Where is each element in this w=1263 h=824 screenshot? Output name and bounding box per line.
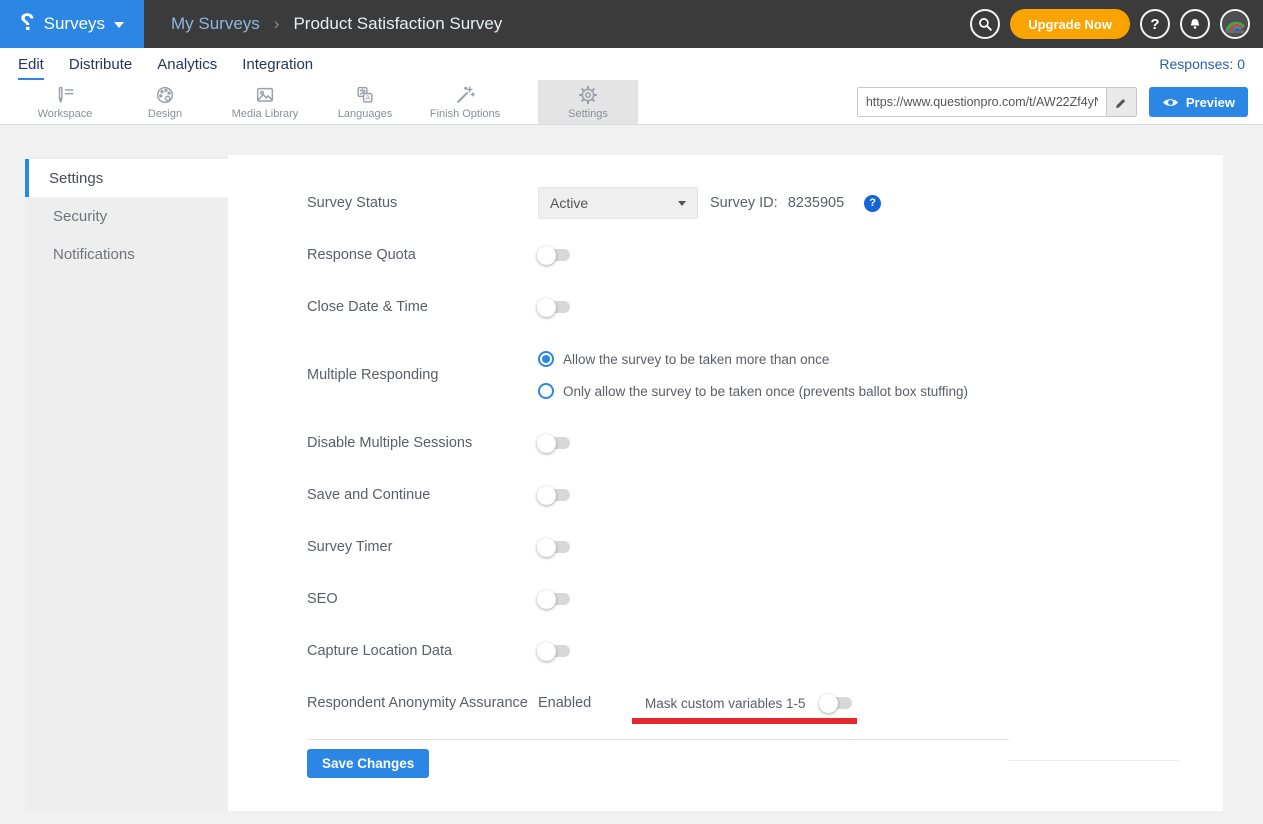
response-quota-label: Response Quota (307, 247, 538, 263)
notifications-button[interactable] (1180, 9, 1210, 39)
top-bar: ? Surveys My Surveys › Product Satisfact… (0, 0, 1263, 48)
row-survey-timer: Survey Timer (307, 531, 1223, 563)
row-respondent-anonymity: Respondent Anonymity Assurance Enabled M… (307, 687, 1223, 719)
save-and-continue-label: Save and Continue (307, 487, 538, 503)
tab-media-library[interactable]: Media Library (215, 80, 315, 124)
response-quota-toggle[interactable] (538, 249, 570, 261)
bell-icon (1187, 16, 1203, 32)
close-date-time-toggle[interactable] (538, 301, 570, 313)
row-survey-status: Survey Status Active Survey ID: 8235905 … (307, 187, 1223, 219)
survey-timer-toggle[interactable] (538, 541, 570, 553)
sidebar-item-settings[interactable]: Settings (25, 159, 228, 197)
edit-toolbar: Workspace Design Media Library (0, 80, 1263, 125)
row-response-quota: Response Quota (307, 239, 1223, 271)
survey-timer-label: Survey Timer (307, 539, 538, 555)
radio-option-once[interactable]: Only allow the survey to be taken once (… (538, 375, 968, 407)
survey-id-help-icon[interactable]: ? (864, 195, 881, 212)
capture-location-data-toggle[interactable] (538, 645, 570, 657)
seo-label: SEO (307, 591, 538, 607)
responses-count: Responses: 0 (1159, 56, 1245, 72)
help-icon: ? (1150, 16, 1159, 33)
row-save-and-continue: Save and Continue (307, 479, 1223, 511)
avatar-image (1222, 11, 1248, 37)
chevron-down-icon (678, 201, 686, 206)
product-name: Surveys (44, 14, 105, 34)
capture-location-data-label: Capture Location Data (307, 643, 538, 659)
close-date-time-label: Close Date & Time (307, 299, 538, 315)
form-divider (307, 739, 1009, 740)
image-icon (254, 84, 276, 106)
settings-sidebar: Settings Security Notifications (25, 155, 228, 811)
help-button[interactable]: ? (1140, 9, 1170, 39)
radio-selected-icon[interactable] (538, 351, 554, 367)
survey-status-value: Active (550, 195, 588, 211)
settings-form: Survey Status Active Survey ID: 8235905 … (228, 155, 1223, 811)
red-highlight-underline (632, 718, 857, 724)
multiple-responding-label: Multiple Responding (307, 367, 538, 383)
respondent-anonymity-label: Respondent Anonymity Assurance (307, 695, 538, 711)
breadcrumb-survey-title: Product Satisfaction Survey (293, 14, 502, 34)
row-multiple-responding: Multiple Responding Allow the survey to … (307, 343, 1223, 407)
row-capture-location-data: Capture Location Data (307, 635, 1223, 667)
breadcrumb: My Surveys › Product Satisfaction Survey (171, 0, 502, 48)
survey-id-label: Survey ID: (710, 195, 778, 211)
anonymity-status: Enabled (538, 695, 645, 711)
survey-status-label: Survey Status (307, 195, 538, 211)
mask-custom-variables-toggle[interactable] (820, 697, 852, 709)
pencil-icon (1114, 95, 1128, 109)
magic-wand-icon (454, 84, 476, 106)
disable-multiple-sessions-toggle[interactable] (538, 437, 570, 449)
upgrade-now-button[interactable]: Upgrade Now (1010, 9, 1130, 39)
radio-unselected-icon[interactable] (538, 383, 554, 399)
sidebar-item-notifications[interactable]: Notifications (25, 235, 228, 273)
row-seo: SEO (307, 583, 1223, 615)
nav-tab-distribute[interactable]: Distribute (69, 48, 132, 80)
chevron-down-icon (114, 22, 124, 28)
gear-icon (577, 84, 599, 106)
edit-url-button[interactable] (1106, 88, 1136, 116)
avatar[interactable] (1220, 9, 1250, 39)
translate-icon: A (354, 84, 376, 106)
settings-card: Settings Security Notifications Survey S… (25, 155, 1223, 811)
survey-id-value: 8235905 (788, 195, 844, 211)
topbar-actions: Upgrade Now ? (970, 0, 1263, 48)
seo-toggle[interactable] (538, 593, 570, 605)
tab-settings[interactable]: Settings (538, 80, 638, 124)
questionpro-logo-icon: ? (20, 11, 35, 35)
palette-icon (154, 84, 176, 106)
nav-tab-edit[interactable]: Edit (18, 48, 44, 80)
survey-url-box (857, 87, 1137, 117)
breadcrumb-my-surveys[interactable]: My Surveys (171, 14, 260, 34)
svg-text:A: A (365, 95, 370, 102)
nav-tab-analytics[interactable]: Analytics (157, 48, 217, 80)
disable-multiple-sessions-label: Disable Multiple Sessions (307, 435, 538, 451)
preview-button[interactable]: Preview (1149, 87, 1248, 117)
tab-workspace[interactable]: Workspace (15, 80, 115, 124)
search-icon (977, 16, 993, 32)
save-and-continue-toggle[interactable] (538, 489, 570, 501)
form-divider-step (1009, 760, 1179, 761)
row-close-date-time: Close Date & Time (307, 291, 1223, 323)
sidebar-item-security[interactable]: Security (25, 197, 228, 235)
multiple-responding-options: Allow the survey to be taken more than o… (538, 343, 968, 407)
tab-finish-options[interactable]: Finish Options (415, 80, 515, 124)
tab-design[interactable]: Design (115, 80, 215, 124)
product-switcher[interactable]: ? Surveys (0, 0, 144, 48)
breadcrumb-separator: › (274, 14, 280, 34)
survey-status-select[interactable]: Active (538, 187, 698, 219)
section-nav: Edit Distribute Analytics Integration Re… (0, 48, 1263, 80)
tab-languages[interactable]: A Languages (315, 80, 415, 124)
save-changes-button[interactable]: Save Changes (307, 749, 429, 778)
nav-tab-integration[interactable]: Integration (242, 48, 313, 80)
content-area: Settings Security Notifications Survey S… (0, 125, 1263, 811)
row-disable-multiple-sessions: Disable Multiple Sessions (307, 427, 1223, 459)
eye-icon (1162, 97, 1179, 108)
workspace-icon (54, 84, 76, 106)
mask-custom-variables-label: Mask custom variables 1-5 (645, 696, 820, 711)
search-button[interactable] (970, 9, 1000, 39)
radio-option-multiple[interactable]: Allow the survey to be taken more than o… (538, 343, 968, 375)
survey-url-input[interactable] (858, 88, 1106, 116)
